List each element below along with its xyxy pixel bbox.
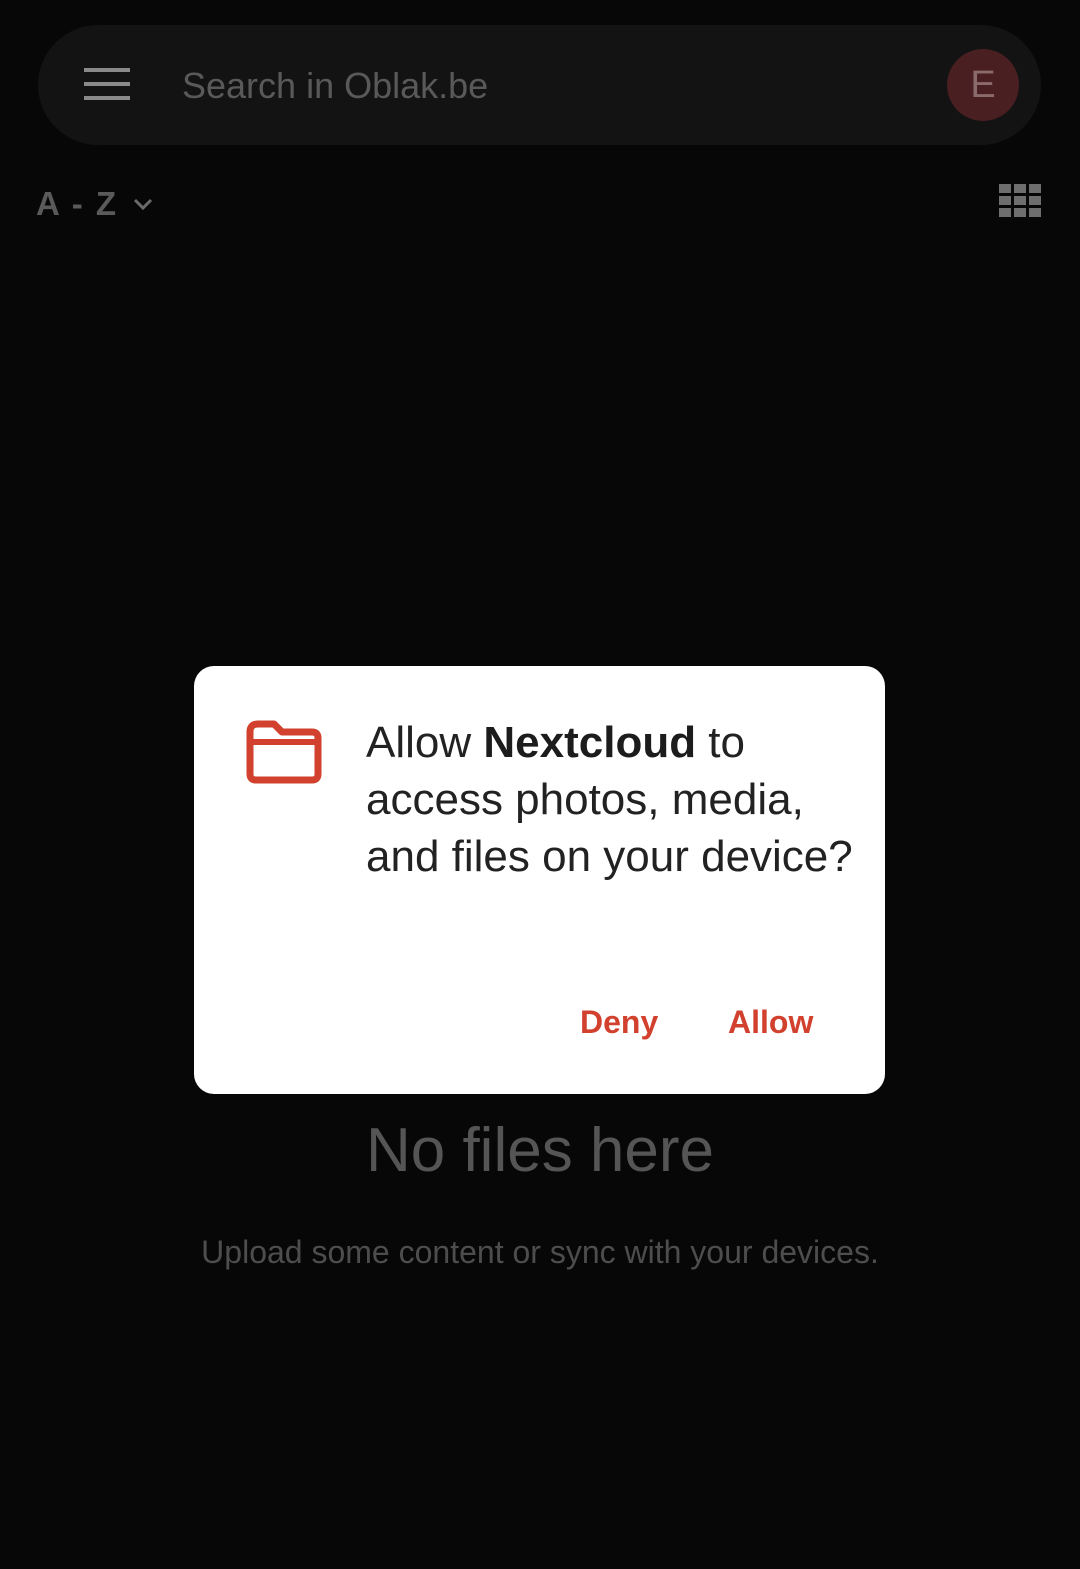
deny-button[interactable]: Deny — [574, 992, 664, 1052]
grid-view-toggle[interactable] — [994, 178, 1046, 224]
folder-icon — [246, 720, 322, 784]
menu-button[interactable] — [70, 45, 144, 125]
allow-button[interactable]: Allow — [722, 992, 819, 1052]
hamburger-menu-icon — [84, 68, 130, 100]
search-input[interactable] — [182, 57, 882, 115]
dialog-message: Allow Nextcloud to access photos, media,… — [366, 714, 856, 885]
dialog-app-name: Nextcloud — [483, 718, 697, 767]
empty-state-title: No files here — [365, 1116, 715, 1185]
sort-button[interactable]: A - Z — [36, 178, 154, 230]
chevron-down-icon — [132, 197, 154, 211]
avatar[interactable]: E — [947, 49, 1019, 121]
sort-label: A - Z — [36, 185, 119, 222]
dialog-message-prefix: Allow — [366, 718, 484, 767]
grid-view-icon — [999, 184, 1041, 217]
empty-state-subtitle: Upload some content or sync with your de… — [201, 1234, 879, 1270]
file-browser-screen: E A - Z No files here Upload some conten… — [0, 0, 1080, 1569]
permission-dialog: Allow Nextcloud to access photos, media,… — [194, 666, 885, 1094]
avatar-letter: E — [970, 63, 996, 106]
